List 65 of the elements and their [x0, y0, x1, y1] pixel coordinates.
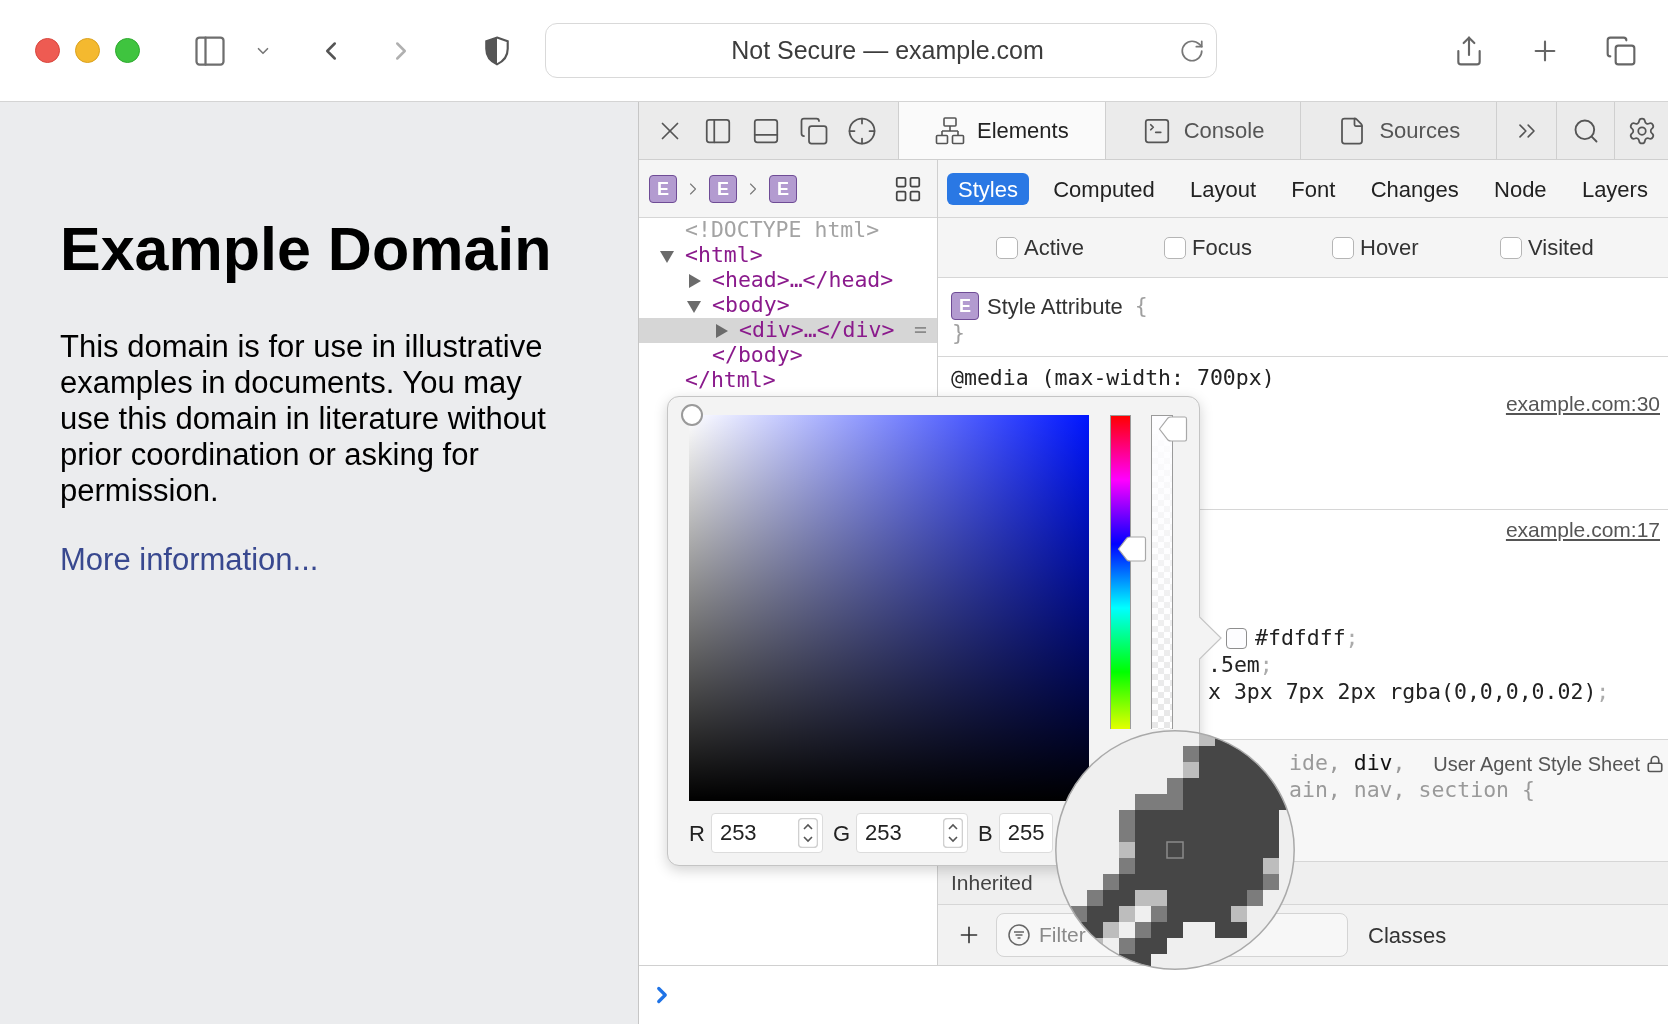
brace-text: {: [1134, 291, 1148, 320]
css-declaration: #fdfdff;: [1255, 624, 1359, 653]
filter-icon: [1008, 924, 1030, 946]
channel-label: R: [689, 819, 705, 848]
dom-node[interactable]: <html>: [659, 243, 763, 268]
more-information-link[interactable]: More information...: [60, 542, 319, 578]
checkbox[interactable]: [1332, 236, 1354, 259]
source-link[interactable]: example.com:17: [1505, 514, 1660, 546]
channel-label: B: [978, 819, 993, 848]
window-close-icon[interactable]: [35, 38, 60, 63]
color-swatch-icon[interactable]: [1226, 628, 1247, 649]
stepper-icon[interactable]: [943, 818, 963, 848]
dom-node[interactable]: <div>…</div> =: [639, 318, 937, 343]
sidebar-tab[interactable]: Styles: [947, 172, 1029, 205]
saturation-brightness-field[interactable]: [689, 415, 1089, 801]
sidebar-tab[interactable]: Computed: [1042, 172, 1166, 205]
css-declaration: .5em;: [1208, 651, 1273, 680]
checkbox[interactable]: [1500, 236, 1522, 259]
address-field[interactable]: Not Secure — example.com: [545, 23, 1217, 78]
shield-icon[interactable]: [484, 35, 510, 66]
disclosure-triangle-icon[interactable]: [713, 322, 729, 339]
inspector-tab[interactable]: Elements: [898, 102, 1105, 159]
window-zoom-icon[interactable]: [115, 38, 140, 63]
channel-field[interactable]: 253: [856, 813, 968, 853]
brace-text: }: [952, 318, 965, 347]
source-link[interactable]: example.com:30: [1505, 388, 1660, 420]
checkbox-label: Hover: [1360, 234, 1419, 262]
channel-field[interactable]: 255: [998, 813, 1053, 853]
checkbox[interactable]: [1164, 236, 1186, 259]
reload-icon[interactable]: [1179, 37, 1205, 64]
page-paragraph: This domain is for use in illustrative examples in documents. You may use this domain in literature without prior coordination or asking for permission.: [60, 329, 547, 509]
dom-closing-tag: </body>: [712, 343, 803, 368]
sidebar-tab[interactable]: Layout: [1179, 172, 1268, 205]
tabs-icon[interactable]: [1605, 34, 1637, 67]
dom-node[interactable]: <body>: [686, 293, 790, 318]
channel-field[interactable]: 253: [710, 813, 823, 853]
overlapping-squares-icon[interactable]: [799, 115, 829, 146]
picker-handle-icon[interactable]: [681, 404, 704, 426]
checkbox[interactable]: [996, 236, 1018, 259]
page-title: Example Domain: [60, 214, 552, 285]
sidebar-tab[interactable]: Layers: [1570, 172, 1659, 205]
checkbox-label: Focus: [1192, 234, 1252, 262]
element-badge: E: [951, 292, 979, 320]
css-declaration: x 3px 7px 2px rgba(0,0,0,0.02);: [1208, 678, 1610, 707]
dom-doctype: <!DOCTYPE html>: [685, 218, 880, 243]
dom-closing-tag: </html>: [685, 368, 776, 393]
media-query: @media (max-width: 700px): [951, 363, 1275, 392]
lock-icon: [1646, 753, 1664, 774]
dom-selection-marker: =: [914, 316, 927, 345]
disclosure-triangle-icon[interactable]: [686, 272, 702, 289]
sidebar-tab[interactable]: Font: [1280, 172, 1347, 205]
css-selector: ide, div,: [1289, 749, 1406, 778]
classes-button[interactable]: Classes: [1366, 918, 1449, 952]
checkbox-label: Visited: [1528, 234, 1594, 262]
selector-text: Style Attribute: [987, 292, 1123, 321]
dom-node[interactable]: <head>…</head>: [686, 268, 894, 293]
crosshair-icon[interactable]: [847, 115, 877, 146]
sidebar-tab[interactable]: Node: [1483, 172, 1558, 205]
sidebar-tab[interactable]: Changes: [1359, 172, 1470, 205]
css-selector: ain, nav, section {: [1289, 776, 1535, 805]
hierarchy-icon: [935, 115, 965, 146]
stepper-icon[interactable]: [797, 818, 818, 848]
channel-label: G: [832, 819, 850, 848]
checkbox-label: Active: [1024, 234, 1084, 262]
stylesheet-source: User Agent Style Sheet: [1433, 751, 1640, 777]
